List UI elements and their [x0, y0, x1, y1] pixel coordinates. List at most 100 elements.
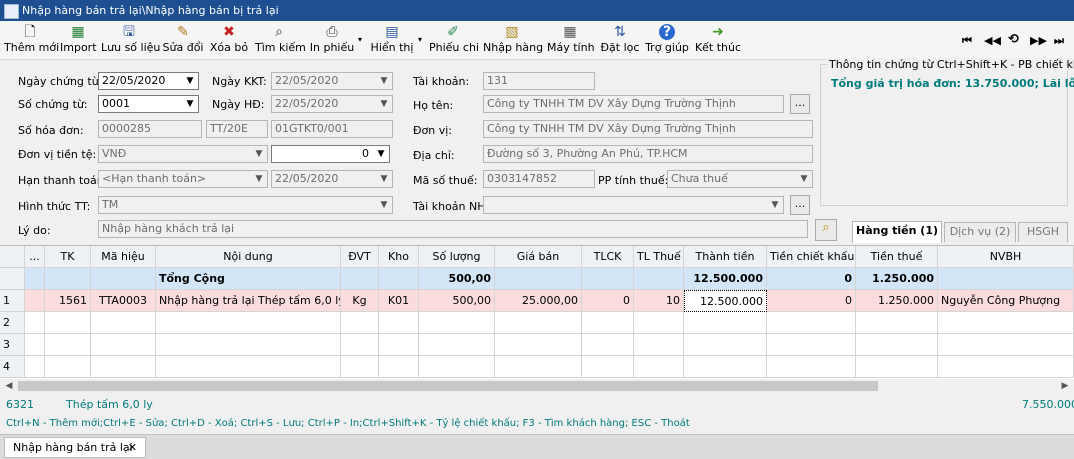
- don-vi-label: Đơn vị:: [413, 124, 452, 137]
- print-button[interactable]: ⎙ In phiếu: [308, 23, 356, 57]
- table-row[interactable]: 1 1561 TTA0003 Nhập hàng trả lại Thép tấ…: [0, 290, 1074, 312]
- chevron-down-icon[interactable]: ▼: [251, 171, 267, 187]
- prev-record-icon[interactable]: ◀◀: [984, 34, 1001, 47]
- chevron-down-icon[interactable]: ▼: [182, 73, 198, 89]
- add-button[interactable]: 🗋 Thêm mới: [4, 23, 59, 57]
- delete-button[interactable]: ✖ Xóa bỏ: [209, 23, 249, 57]
- col-tlck[interactable]: TLCK: [582, 246, 634, 268]
- exit-button[interactable]: ➜ Kết thúc: [694, 23, 742, 57]
- thanh-tien-cell-selected[interactable]: 12.500.000: [684, 290, 767, 312]
- ly-do-field[interactable]: Nhập hàng khách trả lại: [98, 220, 808, 238]
- so-hoa-don-field[interactable]: 0000285: [98, 120, 202, 138]
- tai-khoan-field[interactable]: 131: [483, 72, 595, 90]
- close-icon[interactable]: ✕: [128, 438, 137, 457]
- chevron-down-icon[interactable]: ▼: [796, 171, 812, 187]
- chevron-down-icon[interactable]: ▼: [376, 171, 392, 187]
- exchange-rate-field[interactable]: 0 ▼: [271, 145, 390, 163]
- col-tk[interactable]: TK: [45, 246, 91, 268]
- don-vi-tien-te-label: Đơn vị tiền tệ:: [18, 148, 97, 161]
- invoice-serial-field[interactable]: TT/20E: [206, 120, 268, 138]
- edit-button[interactable]: ✎ Sửa đổi: [162, 23, 204, 57]
- first-record-icon[interactable]: ⏮: [962, 34, 972, 48]
- payment-button[interactable]: ✐ Phiếu chi: [429, 23, 479, 57]
- view-button[interactable]: ▤ Hiển thị: [368, 23, 416, 57]
- table-row[interactable]: 4: [0, 356, 1074, 378]
- han-thanh-toan-date[interactable]: 22/05/2020 ▼: [271, 170, 393, 188]
- so-chung-tu-field[interactable]: 0001 ▼: [98, 95, 199, 113]
- scroll-left-icon[interactable]: ◀: [2, 379, 16, 393]
- next-record-icon[interactable]: ▶▶: [1030, 34, 1047, 47]
- total-so-luong: 500,00: [419, 268, 495, 290]
- col-dvt[interactable]: ĐVT: [341, 246, 379, 268]
- help-button[interactable]: ? Trợ giúp: [645, 23, 689, 57]
- col-thanh-tien[interactable]: Thành tiền: [684, 246, 767, 268]
- bank-account-lookup-button[interactable]: ...: [790, 195, 810, 215]
- import-button[interactable]: ▦ Import: [60, 23, 97, 57]
- don-vi-tien-te-select[interactable]: VNĐ ▼: [98, 145, 268, 163]
- pp-tinh-thue-select[interactable]: Chưa thuế ▼: [667, 170, 813, 188]
- tai-khoan-nh-select[interactable]: ▼: [483, 196, 784, 214]
- hinh-thuc-tt-label: Hình thức TT:: [18, 200, 91, 213]
- binoculars-icon: ⌕: [275, 24, 283, 40]
- col-gia-ban[interactable]: Giá bán: [495, 246, 582, 268]
- hinh-thuc-tt-select[interactable]: TM ▼: [98, 196, 393, 214]
- ma-so-thue-field[interactable]: 0303147852: [483, 170, 595, 188]
- ngay-hd-label: Ngày HĐ:: [212, 98, 265, 111]
- view-dropdown-arrow[interactable]: ▾: [416, 35, 424, 69]
- chevron-down-icon[interactable]: ▼: [182, 96, 198, 112]
- tab-hang-tien[interactable]: Hàng tiền (1): [852, 221, 942, 243]
- import-goods-icon: ▧: [505, 24, 519, 40]
- bottom-tab-strip: Nhập hàng bán trả lại ✕: [0, 434, 1074, 459]
- scroll-right-icon[interactable]: ▶: [1058, 379, 1072, 393]
- don-vi-field[interactable]: Công ty TNHH TM DV Xây Dựng Trường Thịnh: [483, 120, 813, 138]
- col-ma-hieu[interactable]: Mã hiệu: [91, 246, 156, 268]
- ngay-chung-tu-field[interactable]: 22/05/2020 ▼: [98, 72, 199, 90]
- save-button[interactable]: 🖫 Lưu số liệu: [101, 23, 160, 57]
- print-dropdown-arrow[interactable]: ▾: [356, 35, 364, 69]
- bottom-tab-nhap-hang-ban-tra-lai[interactable]: Nhập hàng bán trả lại ✕: [4, 437, 146, 458]
- han-thanh-toan-select[interactable]: <Hạn thanh toán> ▼: [98, 170, 268, 188]
- dia-chi-field[interactable]: Đường số 3, Phường An Phú, TP.HCM: [483, 145, 813, 163]
- tab-dich-vu[interactable]: Dịch vụ (2): [944, 222, 1016, 242]
- toolbar: 🗋 Thêm mới ▦ Import 🖫 Lưu số liệu ✎ Sửa đổi …: [0, 21, 1074, 60]
- chevron-down-icon[interactable]: ▼: [376, 197, 392, 213]
- col-noi-dung[interactable]: Nội dung: [156, 246, 341, 268]
- table-row[interactable]: 2: [0, 312, 1074, 334]
- invoice-total-text: Tổng giá trị hóa đơn: 13.750.000; Lãi lỗ…: [831, 77, 1074, 90]
- col-so-luong[interactable]: Số lượng: [419, 246, 495, 268]
- chevron-down-icon[interactable]: ▼: [251, 146, 267, 162]
- filter-button[interactable]: ⇅ Đặt lọc: [600, 23, 640, 57]
- calculator-button[interactable]: ▦ Máy tính: [547, 23, 595, 57]
- ngay-kkt-field[interactable]: 22/05/2020 ▼: [271, 72, 393, 90]
- horizontal-scrollbar[interactable]: ◀ ▶: [0, 379, 1074, 393]
- chevron-down-icon[interactable]: ▼: [376, 96, 392, 112]
- ho-ten-label: Họ tên:: [413, 99, 454, 112]
- scrollbar-thumb[interactable]: [18, 381, 878, 391]
- customer-lookup-button[interactable]: ...: [790, 94, 810, 114]
- chevron-down-icon[interactable]: ▼: [373, 146, 389, 162]
- chevron-down-icon[interactable]: ▼: [767, 197, 783, 213]
- status-bar: 6321 Thép tấm 6,0 ly 7.550.000: [0, 396, 1074, 414]
- col-tien-thue[interactable]: Tiền thuế: [856, 246, 938, 268]
- shortcut-hints: Ctrl+N - Thêm mới;Ctrl+E - Sửa; Ctrl+D -…: [6, 418, 690, 429]
- window-title: Nhập hàng bán trả lại\Nhập hàng bán bị t…: [22, 4, 279, 17]
- search-customer-icon[interactable]: ⌕: [815, 219, 837, 241]
- refresh-icon[interactable]: ⟲: [1008, 32, 1019, 47]
- col-tien-chiet-khau[interactable]: Tiền chiết khấu: [767, 246, 856, 268]
- ngay-hd-field[interactable]: 22/05/2020 ▼: [271, 95, 393, 113]
- chevron-down-icon[interactable]: ▼: [376, 73, 392, 89]
- last-record-icon[interactable]: ⏭: [1054, 34, 1064, 48]
- table-row[interactable]: 3: [0, 334, 1074, 356]
- ngay-kkt-label: Ngày KKT:: [212, 75, 267, 88]
- col-kho[interactable]: Kho: [379, 246, 419, 268]
- invoice-template-field[interactable]: 01GTKT0/001: [271, 120, 393, 138]
- col-ellipsis[interactable]: ...: [25, 246, 45, 268]
- ho-ten-field[interactable]: Công ty TNHH TM DV Xây Dựng Trường Thịnh: [483, 95, 784, 113]
- status-item: Thép tấm 6,0 ly: [66, 398, 153, 411]
- col-tl-thue[interactable]: TL Thuế: [634, 246, 684, 268]
- col-nvbh[interactable]: NVBH: [938, 246, 1074, 268]
- search-button[interactable]: ⌕ Tìm kiếm: [255, 23, 306, 57]
- tab-hsgh[interactable]: HSGH: [1018, 222, 1068, 242]
- import-goods-button[interactable]: ▧ Nhập hàng: [483, 23, 543, 57]
- detail-grid: ... TK Mã hiệu Nội dung ĐVT Kho Số lượng…: [0, 245, 1074, 382]
